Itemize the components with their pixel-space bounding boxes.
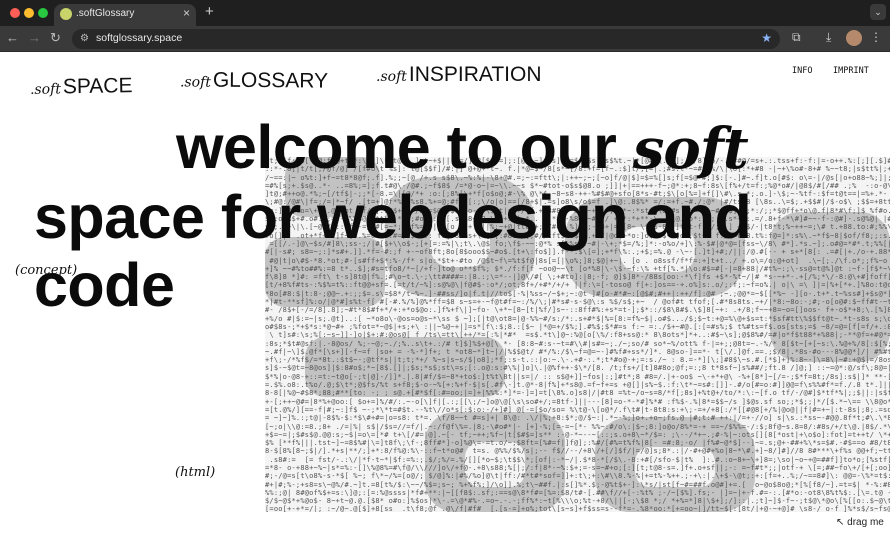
address-bar[interactable]: ⚙ softglossary.space ★ — [72, 29, 780, 49]
nav-imprint-link[interactable]: IMPRINT — [833, 66, 869, 76]
html-label[interactable]: (html) — [175, 465, 215, 480]
minimize-window-button[interactable] — [24, 8, 34, 18]
back-arrow-icon[interactable]: ← — [6, 30, 19, 45]
tab-soft-space[interactable]: .softSPACE — [23, 72, 141, 105]
tab-word: SPACE — [62, 74, 133, 99]
tab-prefix: .soft — [179, 74, 211, 91]
browser-toolbar: ← → ↻ ⚙ softglossary.space ★ ⧉ ⤓ — [0, 26, 890, 52]
kebab-menu-icon[interactable]: ⋮ — [870, 30, 882, 44]
reload-icon[interactable]: ↻ — [50, 30, 61, 46]
new-tab-button[interactable]: + — [205, 3, 214, 20]
tab-word: INSPIRATION — [408, 63, 542, 86]
tab-soft-inspiration[interactable]: .softINSPIRATION — [370, 63, 552, 91]
page-heading: welcome to our soft space for webdesign … — [34, 113, 794, 319]
maximize-window-button[interactable] — [38, 8, 48, 18]
nav-info-link[interactable]: INFO — [792, 66, 812, 76]
tab-close-icon[interactable]: × — [183, 6, 190, 20]
tab-prefix: .soft — [376, 69, 407, 85]
close-window-button[interactable] — [10, 8, 20, 18]
tab-prefix: .soft — [29, 81, 62, 98]
url-text[interactable]: softglossary.space — [96, 32, 182, 44]
star-icon[interactable]: ★ — [761, 31, 772, 45]
heading-line-1: welcome to our soft — [34, 113, 794, 183]
tab-title: .softGlossary — [76, 8, 135, 19]
tab-word: GLOSSARY — [212, 68, 329, 93]
tab-search-button[interactable]: ⌄ — [870, 4, 886, 20]
browser-tab[interactable]: .softGlossary × — [54, 4, 196, 26]
heading-text: welcome to our — [176, 113, 633, 181]
puzzle-icon[interactable]: ⧉ — [792, 30, 801, 45]
site-settings-icon[interactable]: ⚙ — [80, 33, 89, 44]
page-content: ft;=]f:/8[-$@:f=@+tf*:\ ;]\*[t@-+ ]=t~+$… — [0, 52, 890, 557]
browser-titlebar: .softGlossary × + ⌄ — [0, 0, 890, 26]
forward-arrow-icon[interactable]: → — [28, 30, 41, 45]
avatar[interactable] — [846, 30, 862, 46]
heading-line-2: space for webdesign and — [34, 183, 752, 251]
drag-me-hint: ↖ drag me — [836, 517, 884, 528]
tab-soft-glossary[interactable]: .softGLOSSARY — [171, 68, 337, 99]
heading-line-3: code — [34, 251, 175, 319]
download-icon[interactable]: ⤓ — [826, 30, 831, 45]
concept-label[interactable]: (concept) — [15, 263, 77, 278]
heading-soft-word: soft — [632, 116, 749, 182]
globe-favicon-icon — [60, 8, 72, 20]
